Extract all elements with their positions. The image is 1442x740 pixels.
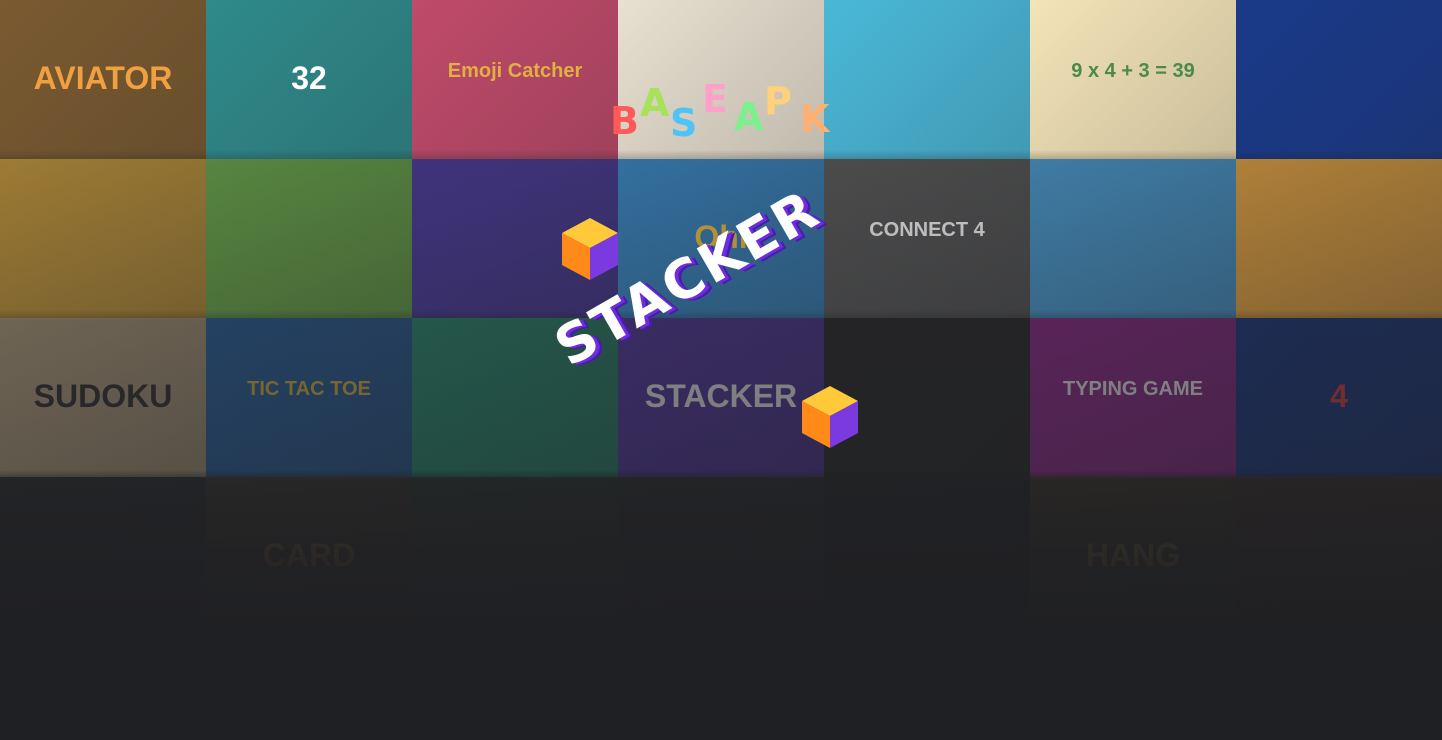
game-thumbnail-label: Emoji Catcher bbox=[447, 60, 583, 82]
game-thumbnail[interactable] bbox=[1236, 159, 1442, 318]
game-thumbnail[interactable]: CONNECT 4 bbox=[824, 159, 1030, 318]
logo-letter: E bbox=[702, 77, 728, 121]
game-thumbnail-label: STACKER bbox=[644, 378, 798, 414]
game-thumbnail[interactable] bbox=[1236, 0, 1442, 159]
game-thumbnail[interactable] bbox=[1030, 159, 1236, 318]
game-thumbnail[interactable] bbox=[0, 159, 206, 318]
game-thumbnail-label: 4 bbox=[1330, 378, 1348, 414]
logo-letter: P bbox=[764, 79, 792, 123]
logo-letter: A bbox=[734, 95, 764, 139]
game-thumbnail[interactable] bbox=[0, 477, 206, 636]
game-thumbnail-label: CARD bbox=[262, 537, 356, 573]
game-thumbnail[interactable]: Emoji Catcher bbox=[412, 0, 618, 159]
logo-letter: B bbox=[610, 99, 639, 143]
game-thumbnail[interactable]: HANG bbox=[1030, 477, 1236, 636]
game-thumbnail-label: 9 x 4 + 3 = 39 bbox=[1071, 60, 1195, 82]
game-thumbnail[interactable] bbox=[206, 159, 412, 318]
game-thumbnail[interactable]: 9 x 4 + 3 = 39 bbox=[1030, 0, 1236, 159]
game-thumbnail-label: TIC TAC TOE bbox=[247, 378, 371, 400]
logo-letter: K bbox=[800, 97, 830, 141]
game-thumbnail[interactable]: 32 bbox=[206, 0, 412, 159]
game-thumbnail-label: AVIATOR bbox=[33, 60, 173, 96]
game-thumbnail-label: 32 bbox=[291, 60, 327, 96]
game-thumbnail[interactable]: STACKER bbox=[618, 318, 824, 477]
game-thumbnail[interactable] bbox=[1236, 477, 1442, 636]
game-thumbnail-label: HANG bbox=[1085, 537, 1181, 573]
game-thumbnail[interactable]: TYPING GAME bbox=[1030, 318, 1236, 477]
game-thumbnail[interactable]: AVIATOR bbox=[0, 0, 206, 159]
game-thumbnail[interactable] bbox=[824, 0, 1030, 159]
game-thumbnail[interactable]: 4 bbox=[1236, 318, 1442, 477]
logo-letter: S bbox=[670, 101, 698, 145]
game-thumbnail[interactable] bbox=[412, 477, 618, 636]
cube-icon bbox=[802, 386, 858, 448]
game-thumbnail-label: TYPING GAME bbox=[1062, 378, 1203, 400]
logo-letter: A bbox=[640, 81, 670, 125]
game-thumbnail[interactable]: TIC TAC TOE bbox=[206, 318, 412, 477]
game-thumbnail[interactable] bbox=[618, 477, 824, 636]
game-thumbnail[interactable] bbox=[824, 477, 1030, 636]
game-thumbnail[interactable]: SUDOKU bbox=[0, 318, 206, 477]
game-thumbnail-label: CONNECT 4 bbox=[869, 219, 985, 241]
game-thumbnail[interactable]: CARD bbox=[206, 477, 412, 636]
game-thumbnail-label: SUDOKU bbox=[33, 378, 173, 414]
site-logo: BASEAPK bbox=[610, 78, 834, 144]
cube-icon bbox=[562, 218, 618, 280]
